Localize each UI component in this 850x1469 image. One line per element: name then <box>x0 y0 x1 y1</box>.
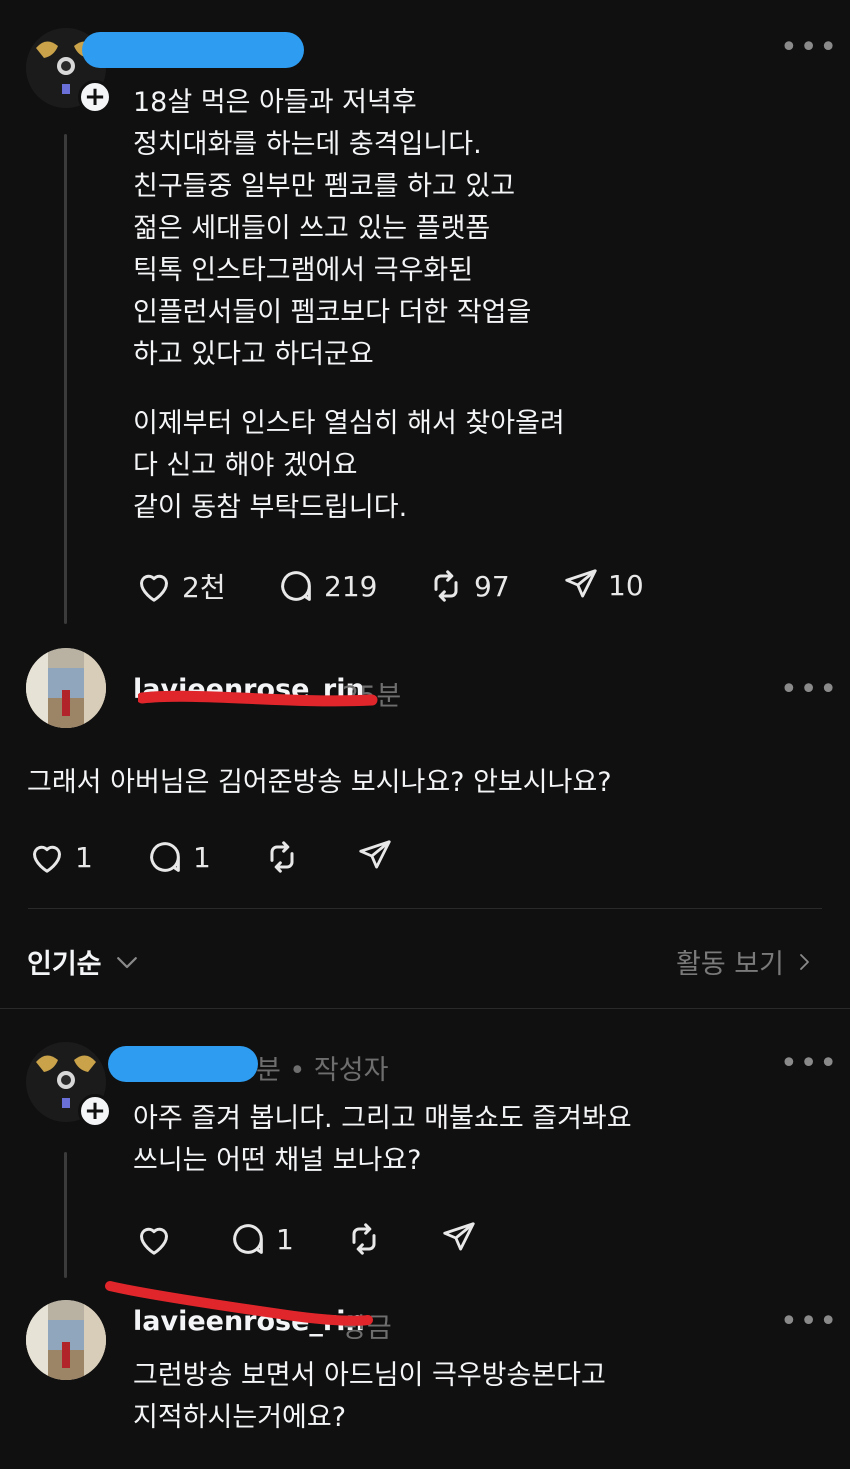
reply2-meta: 분 • 작성자 <box>256 1055 389 1086</box>
reply1-share-button[interactable] <box>356 837 394 875</box>
reply2-body: 아주 즐겨 봅니다. 그리고 매불쇼도 즐겨봐요 쓰니는 어떤 채널 보나요? <box>133 1103 632 1176</box>
comment-icon <box>281 571 311 601</box>
thread-line <box>64 1152 67 1278</box>
reply1-like-count: 1 <box>75 840 93 874</box>
repost-icon <box>434 570 458 602</box>
repost-icon <box>270 841 294 873</box>
post-share-button[interactable]: 10 <box>562 566 644 604</box>
reply1-like-button[interactable]: 1 <box>27 837 93 877</box>
activity-label: 활동 보기 <box>676 949 784 980</box>
send-icon <box>359 840 391 869</box>
sort-label: 인기순 <box>27 949 102 980</box>
reply3-more-button[interactable]: ••• <box>780 1304 839 1339</box>
post-reply-count: 219 <box>324 569 378 603</box>
send-icon <box>443 1222 475 1251</box>
post-like-button[interactable]: 2천 <box>134 566 226 606</box>
redacted-username <box>108 1046 258 1082</box>
view-activity-link[interactable]: 활동 보기 <box>676 942 816 981</box>
reply1-body: 그래서 아버님은 김어준방송 보시나요? 안보시나요? <box>27 767 612 798</box>
reply1-more-button[interactable]: ••• <box>780 672 839 707</box>
heart-icon <box>140 574 168 602</box>
post-reply-button[interactable]: 219 <box>276 566 377 606</box>
follow-plus-icon[interactable]: + <box>78 1094 112 1128</box>
reply2-like-button[interactable] <box>134 1219 174 1259</box>
post-repost-count: 97 <box>474 569 510 603</box>
reply2-reply-button[interactable]: 1 <box>228 1219 294 1259</box>
comment-icon <box>233 1224 263 1254</box>
divider <box>0 1008 850 1009</box>
heart-icon <box>140 1227 168 1255</box>
post-more-button[interactable]: ••• <box>780 30 839 65</box>
post-body-2: 이제부터 인스타 열심히 해서 찾아올려 다 신고 해야 겠어요 같이 동참 부… <box>133 408 565 523</box>
heart-icon <box>33 845 61 873</box>
post-like-count: 2천 <box>182 571 226 604</box>
redaction-red-line <box>105 1281 373 1326</box>
reply2-reply-count: 1 <box>276 1222 294 1256</box>
reply2-share-button[interactable] <box>440 1219 478 1257</box>
reply2-more-button[interactable]: ••• <box>780 1046 839 1081</box>
follow-plus-icon[interactable]: + <box>78 80 112 114</box>
reply3-avatar[interactable] <box>26 1300 106 1380</box>
thread-line <box>64 134 67 624</box>
divider <box>28 908 822 909</box>
redacted-username <box>82 32 304 68</box>
reply1-avatar[interactable] <box>26 648 106 728</box>
reply2-repost-button[interactable] <box>344 1219 384 1259</box>
redaction-red-line <box>138 690 378 707</box>
post-body: 18살 먹은 아들과 저녁후 정치대화를 하는데 충격입니다. 친구들중 일부만… <box>133 87 532 370</box>
chevron-right-icon <box>800 953 809 970</box>
reply3-body: 그런방송 보면서 아드님이 극우방송본다고 지적하시는거에요? <box>133 1360 606 1433</box>
send-icon <box>565 569 597 598</box>
comment-icon <box>150 842 180 872</box>
sort-dropdown[interactable]: 인기순 <box>27 942 142 981</box>
post-share-count: 10 <box>608 568 644 602</box>
reply1-reply-count: 1 <box>193 840 211 874</box>
reply1-reply-button[interactable]: 1 <box>145 837 211 877</box>
reply1-repost-button[interactable] <box>262 837 302 877</box>
chevron-down-icon <box>116 956 137 968</box>
post-repost-button[interactable]: 97 <box>426 566 510 606</box>
repost-icon <box>352 1223 376 1255</box>
